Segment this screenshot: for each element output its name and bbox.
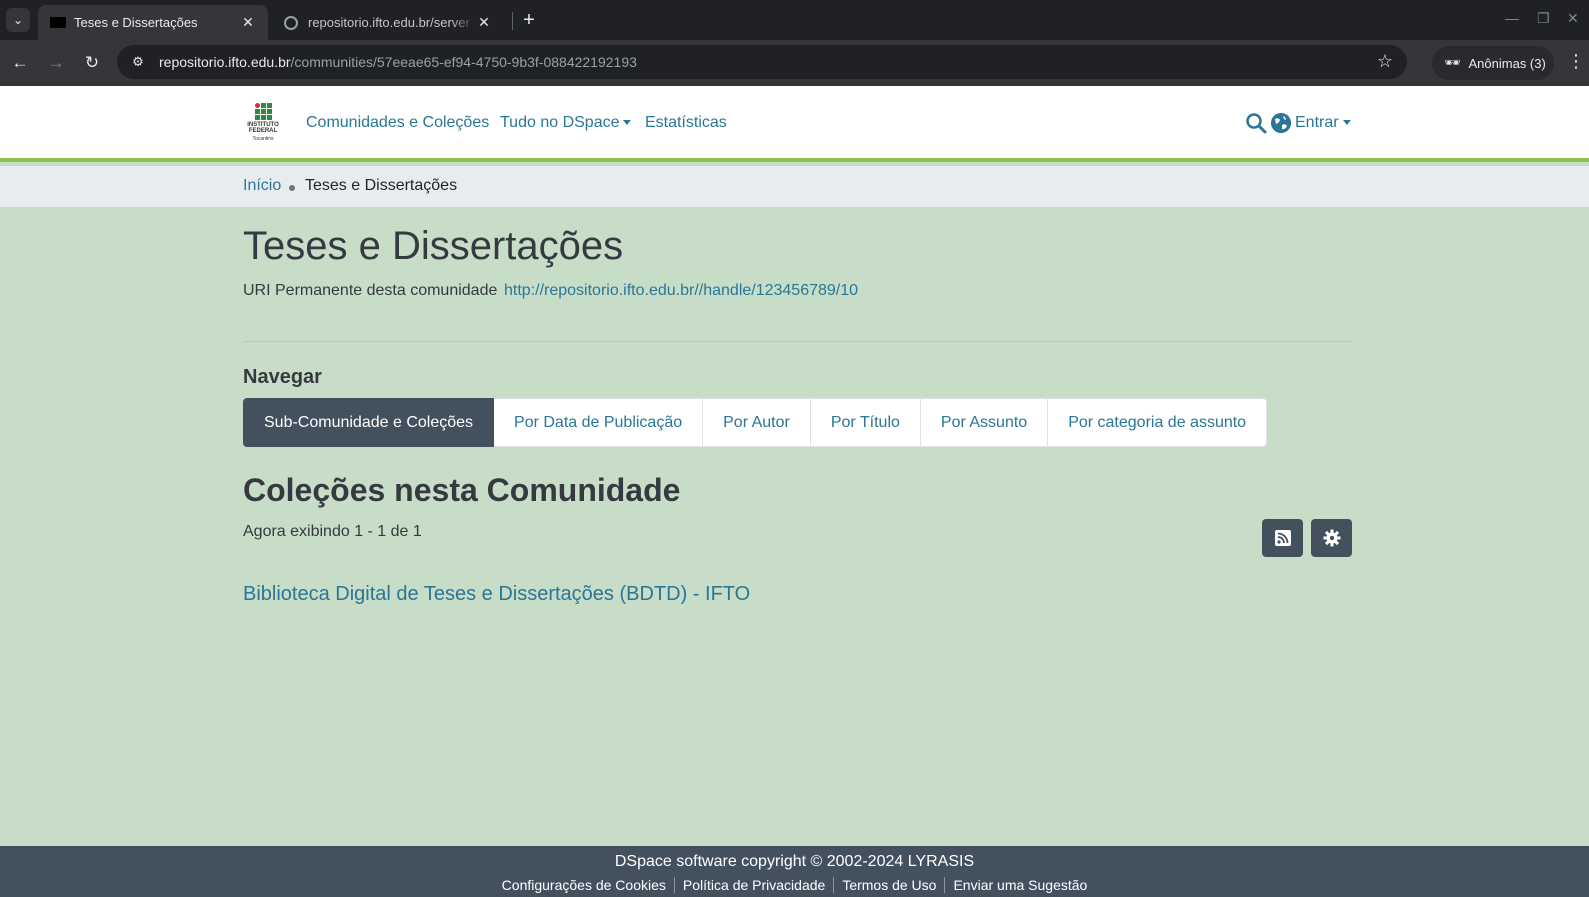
close-tab-icon[interactable]: ✕ <box>240 14 256 31</box>
footer-terms-link[interactable]: Termos de Uso <box>833 877 944 893</box>
browser-tab-bar: ⌄ Teses e Dissertações ✕ repositorio.ift… <box>0 0 1589 40</box>
browse-heading: Navegar <box>243 366 322 388</box>
browse-by-date-button[interactable]: Por Data de Publicação <box>494 398 704 447</box>
browser-tab-active[interactable]: Teses e Dissertações ✕ <box>38 5 268 40</box>
divider <box>243 341 1353 342</box>
rss-icon <box>1274 530 1291 546</box>
breadcrumb-home[interactable]: Início <box>243 177 281 195</box>
search-icon[interactable] <box>1245 112 1267 134</box>
minimize-icon[interactable]: — <box>1505 10 1519 26</box>
url-path: /communities/57eeae65-ef94-4750-9b3f-088… <box>290 54 637 70</box>
incognito-profile-button[interactable]: 🕶 Anônimas (3) <box>1432 46 1554 80</box>
collection-link[interactable]: Biblioteca Digital de Teses e Dissertaçõ… <box>243 583 750 606</box>
browse-button-group: Sub-Comunidade e Coleções Por Data de Pu… <box>243 398 1268 447</box>
tab-search-button[interactable]: ⌄ <box>6 8 30 32</box>
forward-icon[interactable]: → <box>44 51 68 75</box>
address-bar[interactable]: ⚙ repositorio.ifto.edu.br/communities/57… <box>117 45 1407 79</box>
rss-feed-button[interactable] <box>1262 519 1303 557</box>
nav-browse-all-dropdown[interactable]: Tudo no DSpace <box>500 114 632 132</box>
close-window-icon[interactable]: ✕ <box>1567 10 1579 27</box>
tab-favicon <box>50 17 66 28</box>
permanent-uri-link[interactable]: http://repositorio.ifto.edu.br//handle/1… <box>504 282 858 300</box>
back-icon[interactable]: ← <box>8 51 32 75</box>
results-count: Agora exibindo 1 - 1 de 1 <box>243 523 422 540</box>
profile-label: Anônimas (3) <box>1468 55 1546 71</box>
footer-links: Configurações de Cookies Política de Pri… <box>0 877 1589 893</box>
browser-tab-inactive[interactable]: repositorio.ifto.edu.br/server ✕ <box>272 5 504 40</box>
browse-by-author-button[interactable]: Por Autor <box>703 398 811 447</box>
footer-privacy-policy-link[interactable]: Política de Privacidade <box>673 877 833 893</box>
permanent-uri-label: URI Permanente desta comunidade <box>243 282 498 299</box>
logo-text: INSTITUTO FEDERAL <box>247 122 279 134</box>
globe-icon <box>284 15 298 30</box>
footer-cookie-settings-link[interactable]: Configurações de Cookies <box>494 877 674 893</box>
browse-by-subject-category-button[interactable]: Por categoria de assunto <box>1048 398 1268 447</box>
browse-subcommunities-button[interactable]: Sub-Comunidade e Coleções <box>243 398 495 447</box>
breadcrumb-separator <box>289 185 295 191</box>
browse-by-title-button[interactable]: Por Título <box>810 398 921 447</box>
close-tab-icon[interactable]: ✕ <box>476 14 492 31</box>
site-info-icon[interactable]: ⚙ <box>129 53 147 71</box>
logo-subtext: Tocantins <box>252 136 274 142</box>
language-globe-icon[interactable] <box>1271 113 1291 133</box>
browse-by-subject-button[interactable]: Por Assunto <box>920 398 1049 447</box>
nav-communities-collections[interactable]: Comunidades e Coleções <box>306 114 489 132</box>
footer-feedback-link[interactable]: Enviar uma Sugestão <box>944 877 1095 893</box>
chevron-down-icon <box>623 120 632 126</box>
reload-icon[interactable]: ↻ <box>80 51 104 75</box>
copyright-text: DSpace software copyright © 2002-2024 LY… <box>614 853 975 870</box>
breadcrumb-current: Teses e Dissertações <box>305 177 458 194</box>
incognito-icon: 🕶 <box>1444 55 1461 70</box>
login-label: Entrar <box>1295 114 1339 131</box>
tab-title: repositorio.ifto.edu.br/server <box>308 15 470 30</box>
restore-icon[interactable]: ❐ <box>1537 10 1550 27</box>
gear-icon <box>1323 529 1340 547</box>
login-dropdown[interactable]: Entrar <box>1295 114 1351 132</box>
url-text: repositorio.ifto.edu.br/communities/57ee… <box>159 54 637 70</box>
nav-statistics[interactable]: Estatísticas <box>645 114 727 132</box>
site-header: INSTITUTO FEDERAL Tocantins Comunidades … <box>0 86 1589 162</box>
browser-menu-icon[interactable]: ⋮ <box>1567 51 1585 72</box>
new-tab-button[interactable]: + <box>517 8 541 32</box>
chevron-down-icon <box>1342 120 1351 126</box>
breadcrumb: Início Teses e Dissertações <box>0 166 1589 207</box>
bookmark-star-icon[interactable]: ☆ <box>1377 51 1393 72</box>
settings-button[interactable] <box>1311 519 1352 557</box>
tab-title: Teses e Dissertações <box>74 15 198 30</box>
ifto-logo[interactable]: INSTITUTO FEDERAL Tocantins <box>246 103 280 145</box>
site-footer: DSpace software copyright © 2002-2024 LY… <box>0 846 1589 897</box>
nav-browse-all-label: Tudo no DSpace <box>500 114 620 131</box>
url-host: repositorio.ifto.edu.br <box>159 54 291 70</box>
page-title: Teses e Dissertações <box>243 224 624 268</box>
tab-divider <box>512 12 513 30</box>
collections-heading: Coleções nesta Comunidade <box>243 472 681 508</box>
browser-toolbar: ← → ↻ ⚙ repositorio.ifto.edu.br/communit… <box>0 40 1589 86</box>
logo-mark <box>255 103 280 120</box>
